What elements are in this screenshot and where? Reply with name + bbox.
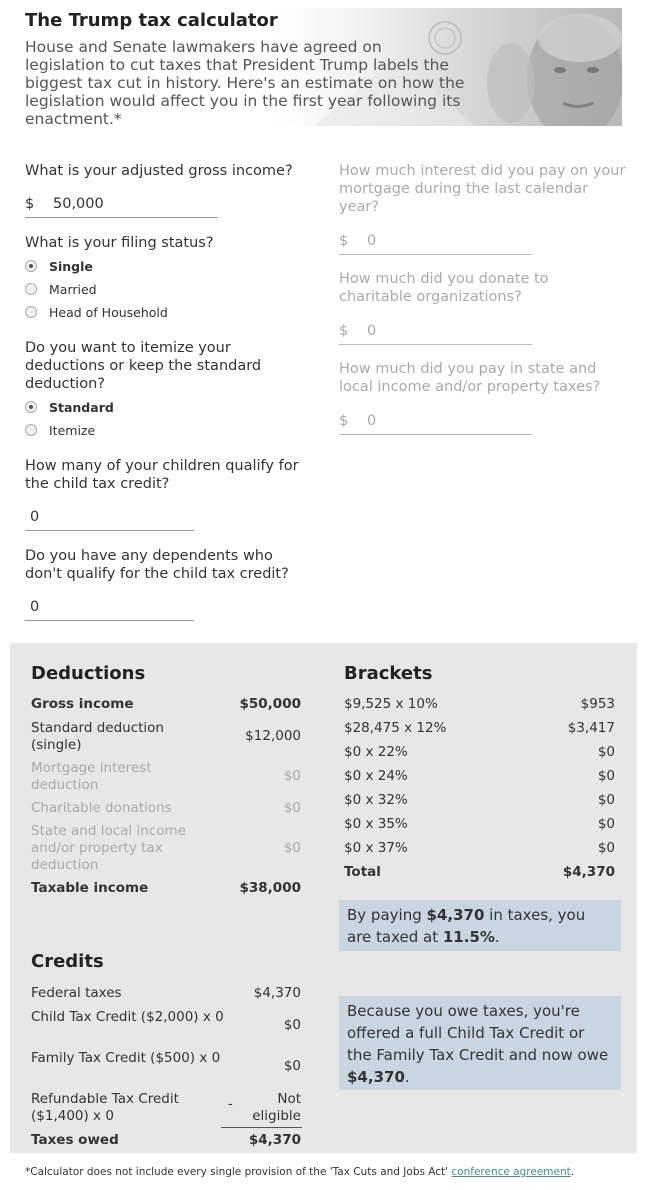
credit-row-label: Federal taxes [31,985,122,1001]
credit-row-amount: $4,370 [253,985,301,1001]
results-panel: Deductions Gross income $50,000 Standard… [10,643,637,1153]
credit-row-amount: $4,370 [248,1132,301,1148]
bracket-row-amount: $3,417 [567,720,615,736]
charity-input[interactable]: $ 0 [339,319,532,345]
state-tax-value: 0 [367,413,377,429]
bracket-row-label: $9,525 x 10% [344,696,438,712]
deduction-row-label: Taxable income [31,880,149,896]
bracket-row-amount: $0 [597,768,615,784]
charity-question: How much did you donate to charitable or… [339,271,549,305]
bracket-row-label: $0 x 35% [344,816,408,832]
currency-symbol: $ [339,323,349,339]
charity-value: 0 [367,323,377,339]
bracket-row-label: $0 x 22% [344,744,408,760]
income-value: 50,000 [53,196,104,212]
deduction-row-label: Standard deduction (single) [31,720,164,753]
deduction-option-standard[interactable]: Standard [25,400,165,416]
sum-divider [221,1127,302,1128]
deduction-row-label: Gross income [31,696,134,712]
mortgage-value: 0 [367,233,377,249]
deduction-row-label: Charitable donations [31,800,172,816]
bracket-row-amount: $0 [597,744,615,760]
credits-title: Credits [31,951,104,972]
credit-row-amount: Not eligible [252,1091,301,1124]
bracket-row-amount: $0 [597,840,615,856]
taxes-owed-amount: $4,370 [347,1068,405,1086]
bracket-row-amount: $0 [597,816,615,832]
credit-row-label: Family Tax Credit ($500) x 0 [31,1050,221,1066]
credit-row-label: Child Tax Credit ($2,000) x 0 [31,1009,224,1025]
mortgage-input[interactable]: $ 0 [339,229,532,255]
deduction-row-amount: $50,000 [239,696,302,712]
state-tax-question: How much did you pay in state and local … [339,361,601,395]
dependents-question: Do you have any dependents who don't qua… [25,548,289,582]
mortgage-question: How much interest did you pay on your mo… [339,163,626,215]
deduction-row-label: State and local income and/or property t… [31,823,186,873]
children-input[interactable]: 0 [25,505,194,531]
deduction-question: Do you want to itemize your deductions o… [25,340,262,392]
deduction-row-amount: $0 [283,768,301,784]
tax-rate: 11.5% [442,928,495,946]
deductions-title: Deductions [31,663,146,684]
income-input[interactable]: $ 50,000 [25,192,218,218]
credit-row-label: Taxes owed [31,1132,119,1148]
bracket-row-label: $0 x 24% [344,768,408,784]
radio-unselected[interactable] [25,424,37,436]
filing-option-married[interactable]: Married [25,282,165,298]
brackets-title: Brackets [344,663,433,684]
bracket-row-label: $28,475 x 12% [344,720,447,736]
conference-agreement-link[interactable]: conference agreement [451,1166,570,1178]
children-question: How many of your children qualify for th… [25,458,299,492]
currency-symbol: $ [339,413,349,429]
bracket-row-amount: $0 [597,792,615,808]
tax-amount: $4,370 [426,906,485,924]
deduction-row-label: Mortgage interest deduction [31,760,152,793]
deduction-row-amount: $0 [283,840,301,856]
bracket-row-label: Total [344,864,381,880]
income-question: What is your adjusted gross income? [25,163,293,179]
state-tax-input[interactable]: $ 0 [339,409,532,435]
minus-sign: - [228,1097,233,1112]
currency-symbol: $ [25,196,35,212]
radio-selected[interactable] [25,260,37,272]
deduction-row-amount: $38,000 [239,880,302,896]
deduction-option-itemize[interactable]: Itemize [25,423,165,439]
radio-unselected[interactable] [25,283,37,295]
bracket-row-label: $0 x 32% [344,792,408,808]
credit-row-amount: $0 [283,1017,301,1033]
header: The Trump tax calculator House and Senat… [25,8,622,128]
tax-rate-summary: By paying $4,370 in taxes, you are taxed… [339,900,621,951]
page-title: The Trump tax calculator [25,10,278,31]
children-value: 0 [30,509,40,525]
credit-row-amount: $0 [283,1058,301,1074]
bracket-row-amount: $4,370 [562,864,615,880]
filing-option-head-of-household[interactable]: Head of Household [25,305,195,321]
filing-question: What is your filing status? [25,235,214,251]
filing-option-single[interactable]: Single [25,259,165,275]
credit-row-label: Refundable Tax Credit ($1,400) x 0 [31,1091,179,1124]
bracket-row-amount: $953 [580,696,615,712]
dependents-value: 0 [30,599,40,615]
deduction-row-amount: $0 [283,800,301,816]
footnote: *Calculator does not include every singl… [25,1166,575,1178]
bracket-row-label: $0 x 37% [344,840,408,856]
intro-text: House and Senate lawmakers have agreed o… [25,38,465,128]
currency-symbol: $ [339,233,349,249]
radio-unselected[interactable] [25,306,37,318]
dependents-input[interactable]: 0 [25,595,194,621]
credit-summary: Because you owe taxes, you're offered a … [339,996,621,1090]
deduction-row-amount: $12,000 [245,728,301,744]
radio-selected[interactable] [25,401,37,413]
